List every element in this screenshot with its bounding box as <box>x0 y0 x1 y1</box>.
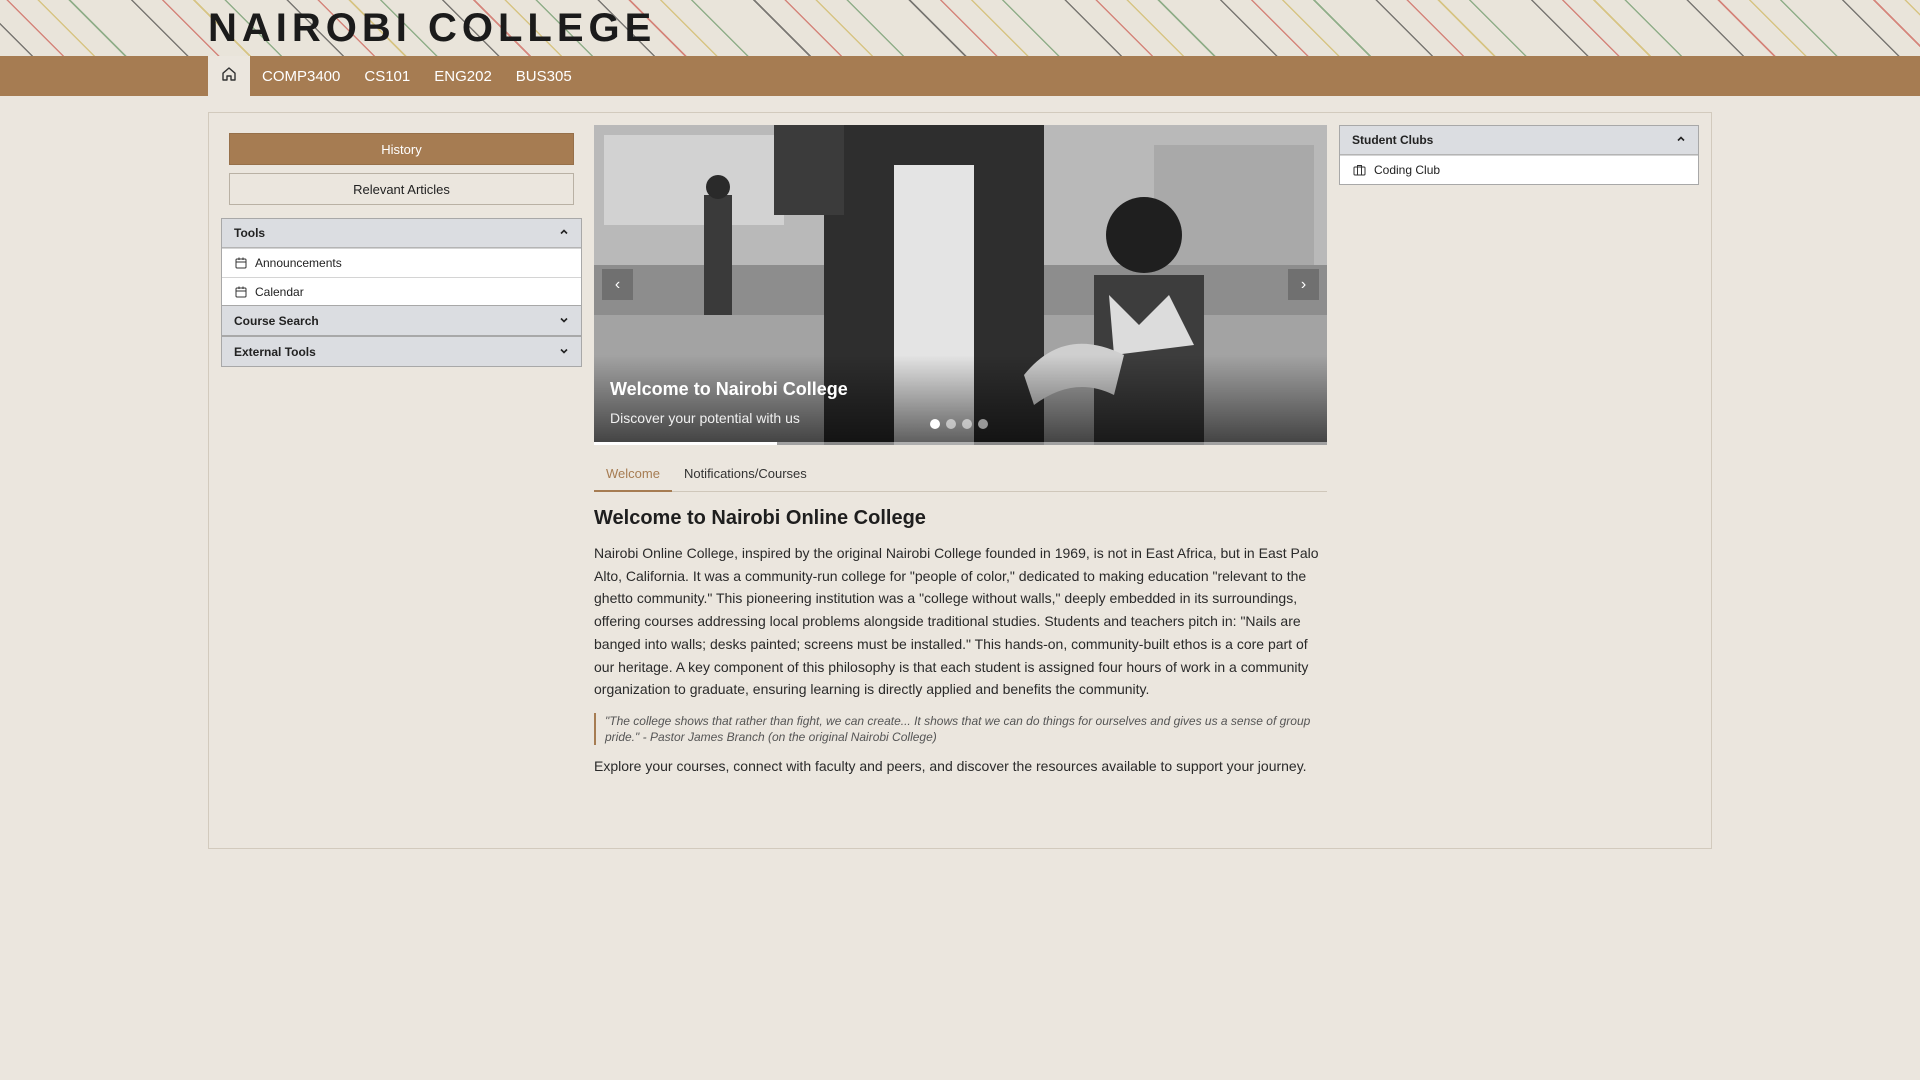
carousel-caption-shade <box>594 355 1327 445</box>
carousel-dot-4[interactable] <box>978 419 988 429</box>
carousel-prev-button[interactable]: ‹ <box>602 269 633 300</box>
welcome-heading: Welcome to Nairobi Online College <box>594 507 926 529</box>
external-tools-panel: External Tools <box>221 336 582 367</box>
tools-header[interactable]: Tools <box>222 219 581 248</box>
briefcase-icon <box>1353 164 1366 176</box>
tools-item-announcements[interactable]: Announcements <box>222 248 581 277</box>
site-title: NAIROBI COLLEGE <box>208 6 657 50</box>
chevron-down-icon <box>559 345 569 359</box>
course-search-panel: Course Search <box>221 305 582 336</box>
chevron-right-icon: › <box>1300 275 1307 293</box>
carousel-dots <box>930 419 988 429</box>
nav-link-eng202[interactable]: ENG202 <box>434 68 492 85</box>
hero-carousel: Welcome to Nairobi College Discover your… <box>594 125 1327 445</box>
carousel-progress-fill <box>594 442 778 445</box>
carousel-dot-1[interactable] <box>930 419 940 429</box>
carousel-next-button[interactable]: › <box>1288 269 1319 300</box>
student-clubs-header[interactable]: Student Clubs <box>1340 126 1698 155</box>
carousel-subtitle: Discover your potential with us <box>610 410 800 426</box>
home-icon <box>221 66 237 87</box>
tab-welcome[interactable]: Welcome <box>594 460 672 492</box>
nav-link-comp3400[interactable]: COMP3400 <box>262 68 340 85</box>
tools-panel: Tools Announcements Calendar <box>221 218 582 307</box>
welcome-quote: "The college shows that rather than figh… <box>594 712 1327 745</box>
tab-notifications-courses[interactable]: Notifications/Courses <box>672 460 819 492</box>
carousel-title: Welcome to Nairobi College <box>610 379 848 399</box>
chevron-up-icon <box>1676 133 1686 147</box>
student-clubs-title: Student Clubs <box>1352 133 1434 147</box>
home-button[interactable] <box>208 56 250 96</box>
relevant-articles-button[interactable]: Relevant Articles <box>229 173 574 205</box>
club-item-label: Coding Club <box>1374 163 1441 177</box>
chevron-left-icon: ‹ <box>614 275 621 293</box>
chevron-up-icon <box>559 226 569 240</box>
tools-item-calendar[interactable]: Calendar <box>222 277 581 306</box>
calendar-icon <box>235 286 247 298</box>
carousel-dot-2[interactable] <box>946 419 956 429</box>
welcome-content: Welcome to Nairobi Online College Nairob… <box>594 504 1327 778</box>
course-search-header[interactable]: Course Search <box>222 306 581 335</box>
nav-link-bus305[interactable]: BUS305 <box>516 68 572 85</box>
course-search-title: Course Search <box>234 313 319 328</box>
welcome-closing: Explore your courses, connect with facul… <box>594 757 1307 774</box>
carousel-dot-3[interactable] <box>962 419 972 429</box>
content-tabs: Welcome Notifications/Courses <box>594 460 1327 492</box>
student-clubs-panel: Student Clubs Coding Club <box>1339 125 1699 185</box>
chevron-down-icon <box>559 314 569 328</box>
course-navbar: COMP3400 CS101 ENG202 BUS305 <box>0 56 1920 96</box>
tools-title: Tools <box>234 226 266 240</box>
club-item-coding-club[interactable]: Coding Club <box>1340 155 1698 184</box>
nav-link-cs101[interactable]: CS101 <box>364 68 410 85</box>
carousel-progress <box>594 442 1327 445</box>
tools-item-label: Announcements <box>255 256 342 270</box>
external-tools-title: External Tools <box>234 344 316 359</box>
calendar-icon <box>235 257 247 269</box>
site-header: NAIROBI COLLEGE <box>0 0 1920 56</box>
history-button[interactable]: History <box>229 133 574 165</box>
welcome-paragraph: Nairobi Online College, inspired by the … <box>594 545 1319 698</box>
tools-item-label: Calendar <box>255 285 304 299</box>
external-tools-header[interactable]: External Tools <box>222 337 581 366</box>
